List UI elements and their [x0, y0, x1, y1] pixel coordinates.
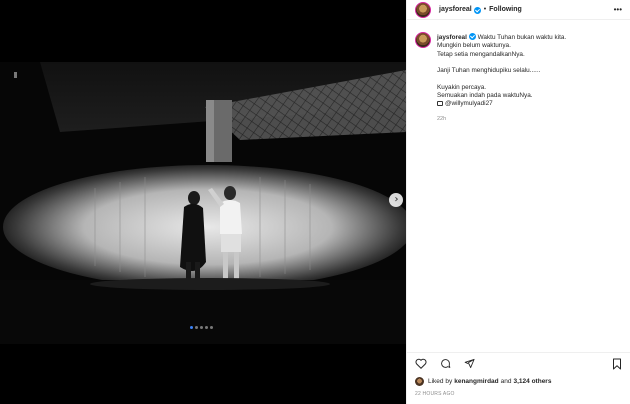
caption-avatar[interactable]: [415, 32, 431, 48]
posted-time[interactable]: 22 HOURS AGO: [415, 391, 455, 397]
caption-line-1: Mungkin belum waktunya.: [437, 42, 511, 50]
action-bar: [407, 352, 630, 374]
post-header: jaysforeal • Following •••: [407, 0, 630, 20]
post-side-panel: jaysforeal • Following ••• jaysforeal Wa…: [406, 0, 630, 404]
caption-timestamp[interactable]: 22h: [437, 115, 566, 123]
caption-mention-line: @willymulyadi27: [437, 100, 566, 108]
liker-username[interactable]: kenangmirdad: [454, 378, 498, 385]
header-separator: •: [483, 6, 487, 13]
post-media: ›: [0, 0, 406, 404]
likes-prefix: Liked by: [428, 378, 453, 385]
caption-line-2: Tetap setia mengandalkanNya.: [437, 50, 525, 58]
more-options-icon[interactable]: •••: [614, 5, 622, 14]
following-button[interactable]: Following: [489, 6, 522, 13]
likes-summary: Liked by kenangmirdad and 3,124 others: [415, 377, 553, 386]
carousel-dot: [210, 326, 213, 329]
verified-badge-icon: [468, 33, 476, 40]
caption-line-4: Janji Tuhan menghidupiku selalu......: [437, 67, 541, 75]
carousel-indicator: [190, 326, 213, 329]
caption-area: jaysforeal Waktu Tuhan bukan waktu kita.…: [407, 26, 630, 123]
mention-link[interactable]: @willymulyadi27: [445, 100, 493, 107]
carousel-dot: [205, 326, 208, 329]
caption-username[interactable]: jaysforeal: [437, 34, 467, 41]
post-photo: [0, 62, 406, 344]
photo-scene: [0, 62, 406, 344]
liker-avatar[interactable]: [415, 377, 424, 386]
carousel-dot: [200, 326, 203, 329]
camera-icon: [437, 101, 443, 107]
chevron-right-icon: ›: [394, 194, 399, 205]
author-avatar[interactable]: [415, 1, 431, 18]
comment-icon[interactable]: [439, 358, 451, 370]
share-icon[interactable]: [463, 358, 475, 370]
next-slide-button[interactable]: ›: [389, 193, 403, 207]
caption-line-6: Kuyakin percaya.: [437, 83, 487, 91]
author-username[interactable]: jaysforeal: [439, 6, 472, 13]
carousel-dot: [190, 326, 193, 329]
carousel-dot: [195, 326, 198, 329]
likes-count[interactable]: 3,124 others: [514, 378, 552, 385]
heart-icon[interactable]: [415, 358, 427, 370]
bookmark-icon[interactable]: [611, 358, 623, 370]
verified-badge-icon: [473, 7, 481, 14]
caption-row: jaysforeal Waktu Tuhan bukan waktu kita.…: [415, 26, 623, 123]
caption-body: jaysforeal Waktu Tuhan bukan waktu kita.…: [437, 32, 566, 123]
caption-line-7: Semuakan indah pada waktuNya.: [437, 92, 533, 100]
caption-line-0: Waktu Tuhan bukan waktu kita.: [477, 34, 567, 41]
likes-joiner: and: [500, 378, 512, 385]
caption-first-line: jaysforeal Waktu Tuhan bukan waktu kita.: [437, 32, 566, 42]
